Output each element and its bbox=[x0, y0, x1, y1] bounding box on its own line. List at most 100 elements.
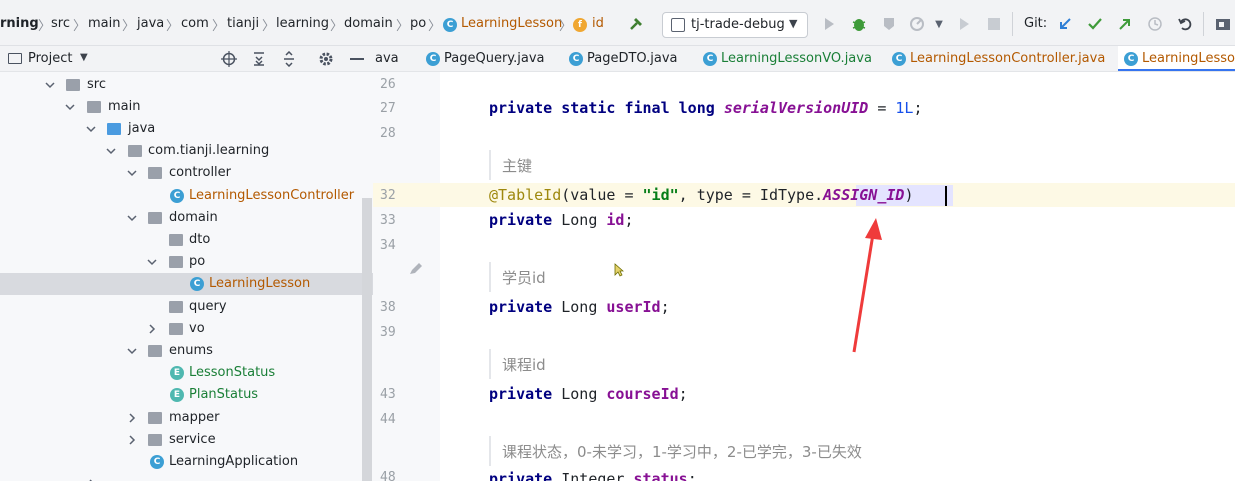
package-icon bbox=[148, 167, 162, 179]
breadcrumb-main[interactable]: main bbox=[88, 16, 120, 31]
gear-icon[interactable] bbox=[318, 51, 334, 71]
stop-icon[interactable] bbox=[985, 15, 1003, 33]
line-number: 26 bbox=[380, 77, 396, 92]
doc-comment: 学员id bbox=[489, 262, 546, 292]
tree-item-label: LearningLessonController bbox=[189, 188, 355, 203]
tree-item-controller[interactable]: controller bbox=[0, 162, 373, 184]
chevron-down-icon[interactable] bbox=[146, 256, 158, 268]
tree-item-service[interactable]: service bbox=[0, 429, 373, 451]
chevron-down-icon[interactable] bbox=[126, 345, 138, 357]
tree-item-label: vo bbox=[189, 321, 205, 336]
breadcrumb-learning[interactable]: learning bbox=[276, 16, 329, 31]
rollback-icon[interactable] bbox=[1176, 15, 1194, 33]
breadcrumb-domain[interactable]: domain bbox=[344, 16, 393, 31]
project-panel-title[interactable]: Project bbox=[28, 51, 72, 66]
class-icon: C bbox=[426, 52, 440, 66]
chevron-down-icon[interactable] bbox=[105, 145, 117, 157]
line-number: 32 bbox=[380, 188, 396, 203]
chevron-down-icon[interactable] bbox=[44, 79, 56, 91]
chevron-down-icon[interactable] bbox=[64, 101, 76, 113]
attach-run-icon[interactable] bbox=[955, 15, 973, 33]
chevron-down-icon[interactable]: ▼ bbox=[930, 15, 948, 33]
line-number: 28 bbox=[380, 126, 396, 141]
tree-item-main[interactable]: main bbox=[0, 96, 373, 118]
breadcrumb-java[interactable]: java bbox=[137, 16, 164, 31]
hide-panel-icon[interactable] bbox=[350, 58, 364, 60]
tree-item-learninglessoncontroller[interactable]: C LearningLessonController bbox=[0, 185, 373, 207]
project-structure-icon[interactable] bbox=[1214, 15, 1232, 33]
tree-item-learninglesson-selected[interactable]: C LearningLesson bbox=[0, 273, 373, 295]
tree-item-label: enums bbox=[169, 343, 213, 358]
package-icon bbox=[169, 256, 183, 268]
tree-item-learningapplication[interactable]: C LearningApplication bbox=[0, 451, 373, 473]
tree-item-src[interactable]: src bbox=[0, 74, 373, 96]
chevron-down-icon[interactable] bbox=[126, 167, 138, 179]
git-update-icon[interactable] bbox=[1056, 15, 1074, 33]
tree-item-label: mapper bbox=[169, 410, 220, 425]
package-icon bbox=[148, 434, 162, 446]
expand-all-icon[interactable] bbox=[251, 51, 267, 71]
breadcrumb-class[interactable]: LearningLesson bbox=[461, 16, 562, 31]
code-editor[interactable] bbox=[440, 72, 1235, 481]
project-panel-icon bbox=[8, 53, 22, 64]
tree-item-java[interactable]: java bbox=[0, 118, 373, 140]
tab-label: ava bbox=[375, 51, 399, 66]
tab-pagequery[interactable]: C PageQuery.java bbox=[422, 46, 562, 71]
debug-bug-icon[interactable] bbox=[850, 15, 868, 33]
coverage-icon[interactable] bbox=[880, 15, 898, 33]
breadcrumb-com[interactable]: com bbox=[181, 16, 209, 31]
tab-pagedto[interactable]: C PageDTO.java bbox=[565, 46, 695, 71]
tree-item-lessonstatus[interactable]: E LessonStatus bbox=[0, 362, 373, 384]
code-line-courseid: private Long courseId; bbox=[489, 385, 688, 403]
breadcrumb-src[interactable]: src bbox=[51, 16, 70, 31]
breadcrumb-separator-icon: 〉 bbox=[396, 19, 410, 34]
chevron-right-icon[interactable] bbox=[126, 412, 138, 424]
tree-item-mapper[interactable]: mapper bbox=[0, 407, 373, 429]
run-configuration-dropdown[interactable]: tj-trade-debug ▼ bbox=[662, 12, 808, 38]
chevron-right-icon[interactable] bbox=[146, 323, 158, 335]
breadcrumb-field[interactable]: id bbox=[592, 16, 604, 31]
breadcrumb-tianji[interactable]: tianji bbox=[227, 16, 259, 31]
class-icon: C bbox=[569, 52, 583, 66]
git-push-icon[interactable] bbox=[1116, 15, 1134, 33]
locate-target-icon[interactable] bbox=[221, 51, 237, 71]
tree-item-dto[interactable]: dto bbox=[0, 229, 373, 251]
tree-item-po[interactable]: po bbox=[0, 251, 373, 273]
tab-truncated[interactable]: ava bbox=[373, 46, 419, 71]
source-folder-icon bbox=[107, 123, 121, 135]
chevron-down-icon[interactable]: ▼ bbox=[80, 52, 88, 63]
git-label: Git: bbox=[1024, 16, 1048, 31]
chevron-right-icon[interactable] bbox=[126, 434, 138, 446]
tree-item-vo[interactable]: vo bbox=[0, 318, 373, 340]
tree-item-label: main bbox=[108, 99, 141, 114]
navigation-bar: rning 〉 src 〉 main 〉 java 〉 com 〉 tianji… bbox=[0, 0, 1235, 46]
breadcrumb-project[interactable]: rning bbox=[0, 16, 39, 31]
chevron-down-icon[interactable] bbox=[85, 123, 97, 135]
breadcrumb-po[interactable]: po bbox=[410, 16, 426, 31]
tab-learninglesson-active[interactable]: C LearningLesson bbox=[1118, 46, 1235, 71]
tree-item-enums[interactable]: enums bbox=[0, 340, 373, 362]
chevron-down-icon[interactable] bbox=[126, 212, 138, 224]
tree-item-domain[interactable]: domain bbox=[0, 207, 373, 229]
code-field: courseId bbox=[606, 385, 679, 403]
git-commit-icon[interactable] bbox=[1086, 15, 1104, 33]
tab-learninglessoncontroller[interactable]: C LearningLessonController.java bbox=[888, 46, 1113, 71]
line-number: 38 bbox=[380, 300, 396, 315]
collapse-all-icon[interactable] bbox=[281, 50, 297, 71]
edit-pencil-icon[interactable] bbox=[408, 262, 424, 280]
code-constant: serialVersionUID bbox=[723, 99, 869, 117]
tree-item-planstatus[interactable]: E PlanStatus bbox=[0, 384, 373, 406]
code-text: ; bbox=[660, 298, 670, 316]
doc-comment: 课程状态，0-未学习，1-学习中，2-已学完，3-已失效 bbox=[489, 436, 862, 466]
build-hammer-icon[interactable] bbox=[628, 15, 646, 33]
tree-scrollbar[interactable] bbox=[362, 198, 372, 481]
line-number: 34 bbox=[380, 238, 396, 253]
profile-icon[interactable] bbox=[908, 15, 926, 33]
tree-item-query[interactable]: query bbox=[0, 296, 373, 318]
tree-item-com-tianji-learning[interactable]: com.tianji.learning bbox=[0, 140, 373, 162]
breadcrumb-separator-icon: 〉 bbox=[212, 19, 226, 34]
tree-item-label: LearningApplication bbox=[169, 454, 299, 469]
tab-learninglessonvo[interactable]: C LearningLessonVO.java bbox=[699, 46, 885, 71]
run-icon[interactable] bbox=[820, 15, 838, 33]
history-clock-icon[interactable] bbox=[1146, 15, 1164, 33]
